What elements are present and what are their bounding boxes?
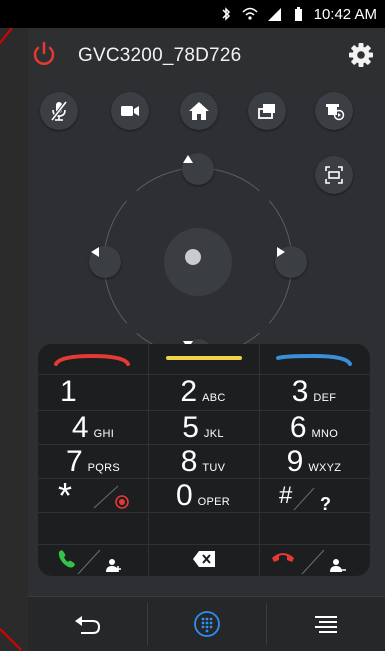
backspace-icon[interactable] <box>192 550 216 568</box>
center-ok-icon <box>185 249 201 265</box>
direction-pad <box>89 153 307 371</box>
dial-digit: 6 <box>289 411 307 444</box>
arrow-right-icon <box>277 247 285 257</box>
fullscreen-icon <box>325 166 343 184</box>
dial-key-1[interactable]: 1 <box>38 376 148 408</box>
app-header: GVC3200_78D726 <box>28 28 385 84</box>
dial-key-0[interactable]: 0 OPER <box>148 480 258 512</box>
dial-key-5[interactable]: 5 JKL <box>148 412 258 444</box>
blue-softkey[interactable] <box>274 352 354 366</box>
dialpad-icon <box>193 611 220 637</box>
dial-key-4[interactable]: 4 GHI <box>38 412 148 444</box>
center-ok-button[interactable] <box>184 248 212 276</box>
wifi-icon <box>242 7 258 20</box>
dial-key-8[interactable]: 8 TUV <box>148 446 258 478</box>
dial-key-7[interactable]: 7 PQRS <box>38 446 148 478</box>
dial-key-6[interactable]: 6 MNO <box>259 412 369 444</box>
back-icon <box>74 616 100 634</box>
dial-letters: GHI <box>93 428 115 440</box>
dial-key-2[interactable]: 2 ABC <box>148 376 258 408</box>
power-icon[interactable] <box>30 40 58 68</box>
dial-key-3[interactable]: 3 DEF <box>259 376 369 408</box>
dial-digit: 3 <box>291 375 309 408</box>
fullscreen-button[interactable] <box>315 156 353 194</box>
dial-digit: 5 <box>182 411 199 444</box>
cell-signal-icon <box>267 8 281 21</box>
bluetooth-icon <box>222 7 230 21</box>
back-button[interactable] <box>28 597 147 651</box>
menu-icon <box>314 616 337 633</box>
dial-digit: 2 <box>180 375 198 408</box>
yellow-softkey[interactable] <box>164 352 244 366</box>
call-icon[interactable] <box>56 546 126 576</box>
dialpad-tab-button[interactable] <box>147 597 266 651</box>
screen-share-icon <box>258 104 275 119</box>
microphone-muted-icon <box>50 100 68 122</box>
dial-digit: 0 <box>175 479 193 512</box>
dial-digit: 1 <box>60 375 77 408</box>
menu-button[interactable] <box>266 597 385 651</box>
dial-letters: DEF <box>313 392 337 404</box>
arrow-up-icon <box>183 155 193 163</box>
dialpad: 1 2 ABC 3 DEF 4 GHI 5 JKL 6 MNO 7 PQRS 8… <box>38 344 370 576</box>
dial-letters: ABC <box>202 392 226 404</box>
dial-divider <box>38 374 370 375</box>
hash-divider-line <box>293 487 315 511</box>
clock: 10:42 AM <box>313 5 377 23</box>
dial-digit: 9 <box>286 445 304 478</box>
control-panel: 1 2 ABC 3 DEF 4 GHI 5 JKL 6 MNO 7 PQRS 8… <box>28 84 385 596</box>
question-mark: ? <box>320 494 331 514</box>
dial-letters: JKL <box>203 428 224 440</box>
device-name: GVC3200_78D726 <box>78 45 242 66</box>
dial-letters: WXYZ <box>308 462 342 474</box>
arrow-left-button[interactable] <box>89 246 121 278</box>
hangup-icon[interactable] <box>268 546 348 576</box>
record-icon[interactable] <box>88 482 132 512</box>
dial-letters: MNO <box>311 428 339 440</box>
red-softkey[interactable] <box>52 352 132 366</box>
arrow-right-button[interactable] <box>275 246 307 278</box>
bottom-nav <box>28 596 385 651</box>
camera-preset-icon <box>326 104 345 121</box>
camera-button[interactable] <box>111 92 149 130</box>
status-bar: 10:42 AM <box>0 0 385 28</box>
gear-icon[interactable] <box>347 41 375 69</box>
home-button[interactable] <box>180 92 218 130</box>
video-camera-icon <box>121 106 139 116</box>
presentation-button[interactable] <box>248 92 286 130</box>
mute-mic-button[interactable] <box>40 92 78 130</box>
dial-letters: TUV <box>202 462 226 474</box>
dial-letters: PQRS <box>87 462 121 474</box>
camera-preset-button[interactable] <box>315 92 353 130</box>
dial-divider <box>38 444 370 445</box>
dial-letters: OPER <box>197 496 231 508</box>
dial-divider <box>38 478 370 479</box>
home-icon <box>189 102 209 120</box>
dial-key-9[interactable]: 9 WXYZ <box>259 446 369 478</box>
dial-divider <box>38 544 370 545</box>
dial-digit: * <box>58 475 73 516</box>
battery-icon <box>294 7 302 21</box>
dial-digit: 7 <box>65 445 83 478</box>
arrow-left-icon <box>91 247 99 257</box>
arrow-up-button[interactable] <box>182 153 214 185</box>
frame-line-bottom <box>0 628 22 651</box>
dial-digit: # <box>279 482 293 509</box>
dial-digit: 4 <box>71 411 89 444</box>
dial-digit: 8 <box>180 445 198 478</box>
